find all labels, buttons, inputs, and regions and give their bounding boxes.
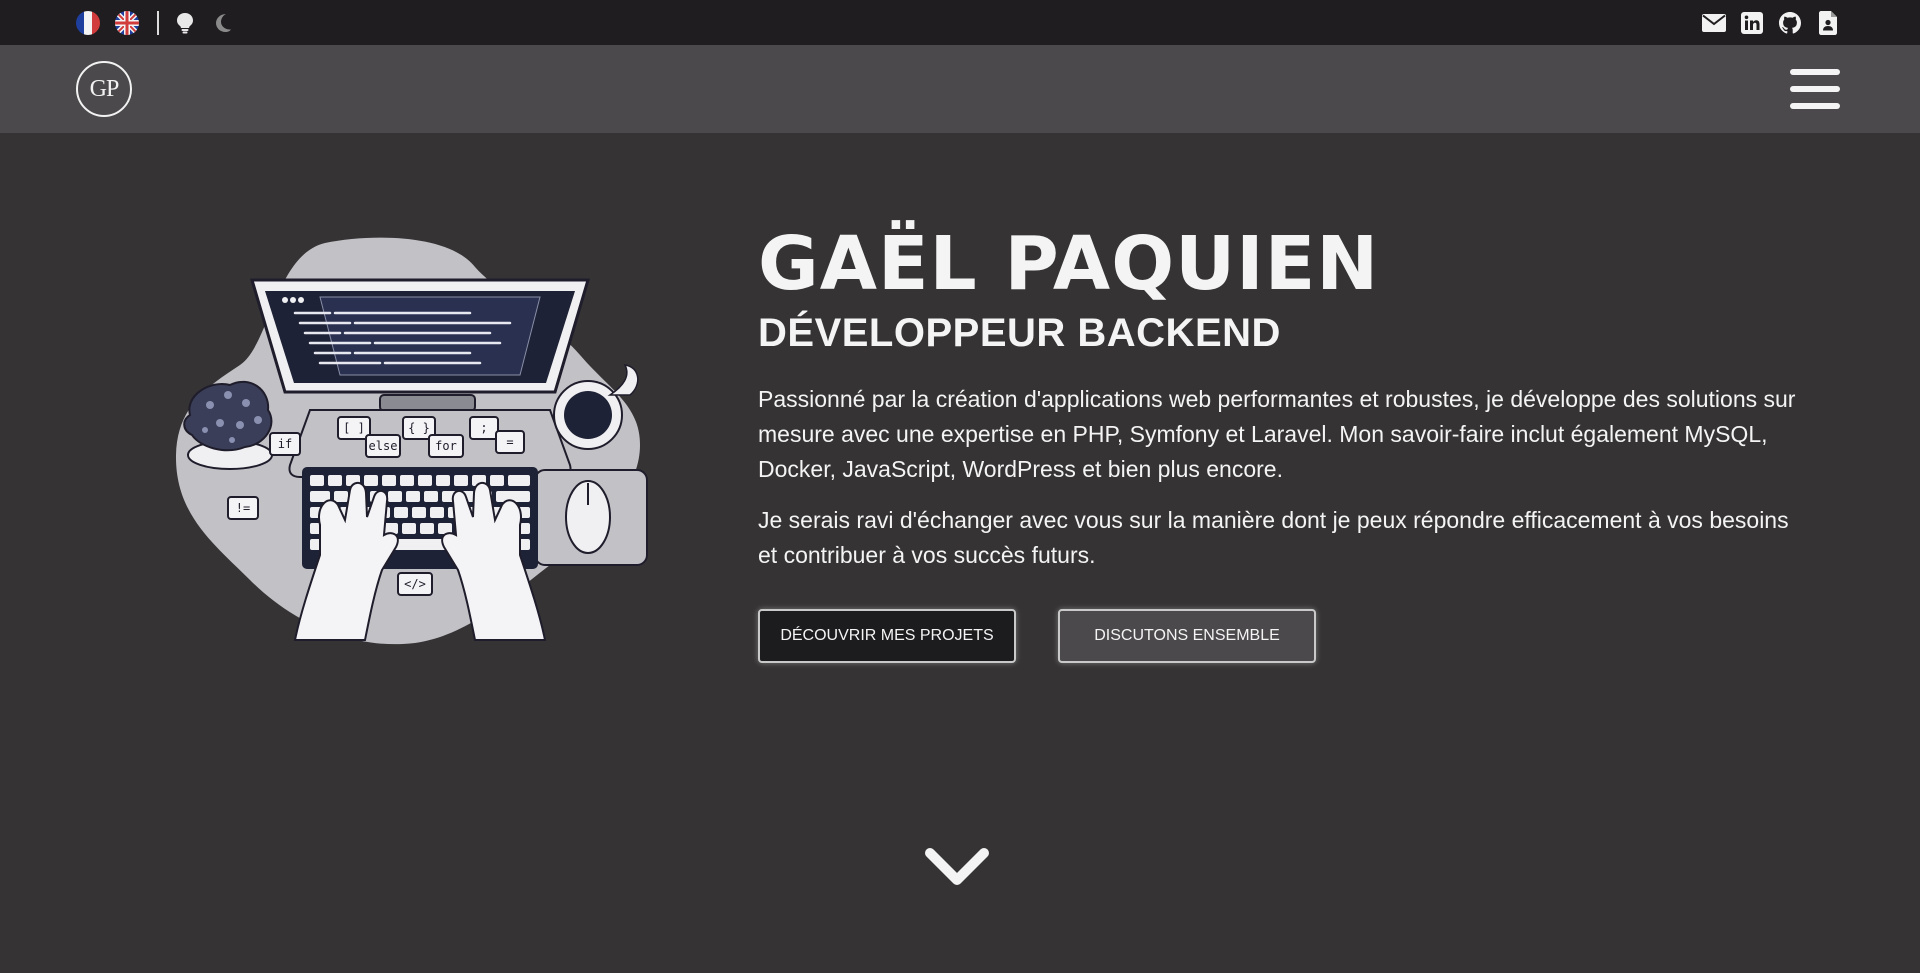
top-bar-left <box>76 11 249 35</box>
light-mode-icon[interactable] <box>173 11 197 35</box>
code-bubble-else: else <box>369 439 398 453</box>
hero-role: DÉVELOPPEUR BACKEND <box>758 311 1281 355</box>
social-links <box>1702 11 1840 35</box>
flag-uk-icon[interactable] <box>115 11 139 35</box>
language-divider <box>157 11 159 35</box>
code-bubble-brackets: [ ] <box>343 421 365 435</box>
developer-illustration: if [ ] else { } for ; = != </> <box>170 235 650 650</box>
code-bubble-equals: = <box>506 435 513 449</box>
code-bubble-for: for <box>435 439 457 453</box>
menu-line <box>1790 86 1840 92</box>
top-bar <box>0 0 1920 45</box>
hero-buttons: DÉCOUVRIR MES PROJETS DISCUTONS ENSEMBLE <box>758 609 1798 663</box>
code-bubble-not-equals: != <box>236 501 250 515</box>
navbar: GP <box>0 45 1920 133</box>
dark-mode-icon[interactable] <box>211 11 235 35</box>
logo-text: GP <box>89 75 120 102</box>
menu-line <box>1790 103 1840 109</box>
discover-projects-button[interactable]: DÉCOUVRIR MES PROJETS <box>758 609 1016 663</box>
hero-intro: Passionné par la création d'applications… <box>758 386 1796 482</box>
code-bubble-braces: { } <box>408 421 430 435</box>
hero-content: GAËL PAQUIEN DÉVELOPPEUR BACKEND Passion… <box>758 218 1798 663</box>
resume-icon[interactable] <box>1816 11 1840 35</box>
email-icon[interactable] <box>1702 11 1726 35</box>
flag-fr-icon[interactable] <box>76 11 100 35</box>
linkedin-icon[interactable] <box>1740 11 1764 35</box>
hero-invitation: Je serais ravi d'échanger avec vous sur … <box>758 507 1789 568</box>
site-logo[interactable]: GP <box>76 61 132 117</box>
code-bubble-if: if <box>278 437 292 451</box>
code-bubble-semicolon: ; <box>480 421 487 435</box>
chevron-down-icon[interactable] <box>924 845 990 889</box>
code-bubble-tag: </> <box>404 577 426 591</box>
menu-line <box>1790 69 1840 75</box>
hamburger-menu-icon[interactable] <box>1790 67 1840 111</box>
github-icon[interactable] <box>1778 11 1802 35</box>
hero-name: GAËL PAQUIEN <box>758 221 1380 307</box>
contact-button[interactable]: DISCUTONS ENSEMBLE <box>1058 609 1316 663</box>
